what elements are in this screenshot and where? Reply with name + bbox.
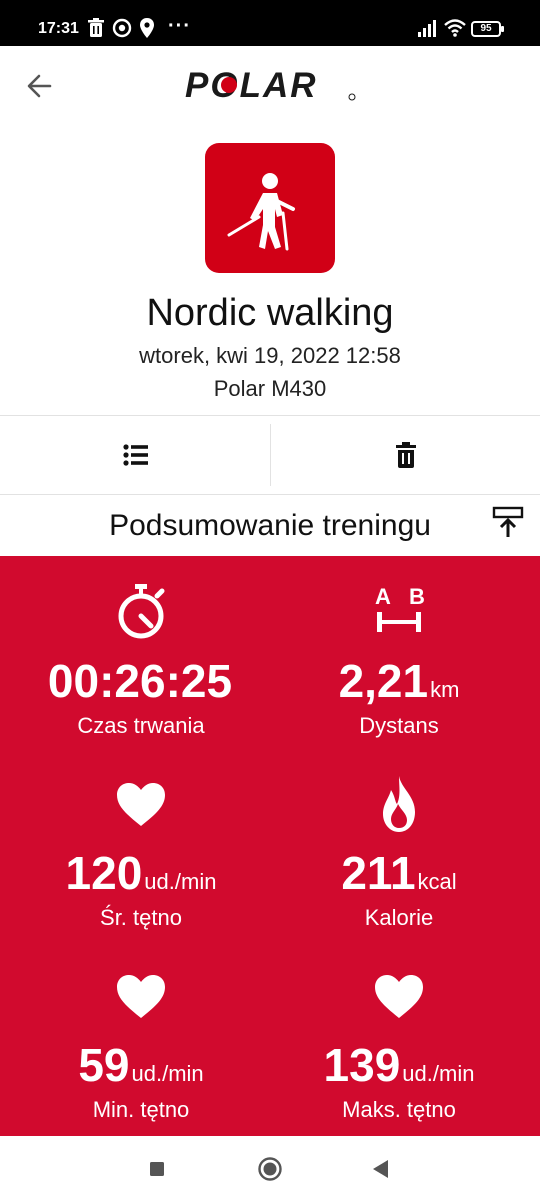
stat-duration: 00:26:25 Czas trwania — [6, 556, 276, 746]
training-summary-stats: 00:26:25 Czas trwania A B 2,21km Dystans… — [0, 556, 540, 1136]
action-row — [0, 415, 540, 495]
stat-avg-heart-rate: 120ud./min Śr. tętno — [6, 748, 276, 938]
trash-icon — [396, 442, 416, 468]
trash-icon — [88, 18, 104, 40]
stat-unit: km — [430, 677, 460, 702]
stat-calories: 211kcal Kalorie — [264, 748, 534, 938]
heart-icon — [264, 966, 534, 1026]
status-bar: 17:31 ··· 95 — [0, 0, 540, 46]
polar-logo-text: POLAR — [185, 68, 318, 102]
stat-max-heart-rate: 139ud./min Maks. tętno — [264, 940, 534, 1130]
location-icon — [139, 18, 155, 40]
wifi-icon — [444, 18, 466, 40]
list-button[interactable] — [0, 416, 270, 494]
stat-value: 2,21 — [338, 655, 429, 707]
signal-icon — [416, 18, 438, 40]
svg-text:B: B — [409, 584, 425, 609]
stat-unit: ud./min — [144, 869, 217, 894]
stat-min-heart-rate: 59ud./min Min. tętno — [6, 940, 276, 1130]
flame-icon — [264, 774, 534, 834]
stat-value: 120 — [65, 847, 143, 899]
square-icon — [150, 1162, 164, 1176]
home-button[interactable] — [255, 1154, 285, 1184]
more-notifications-indicator: ··· — [168, 15, 191, 37]
export-button[interactable] — [490, 504, 526, 540]
svg-text:A: A — [375, 584, 391, 609]
stat-value: 59 — [78, 1039, 130, 1091]
recents-button[interactable] — [142, 1154, 172, 1184]
back-button[interactable] — [20, 66, 60, 106]
stat-unit: ud./min — [402, 1061, 475, 1086]
stat-value: 00:26:25 — [47, 655, 233, 707]
nav-back-button[interactable] — [366, 1154, 396, 1184]
triangle-back-icon — [373, 1160, 388, 1178]
heart-icon — [6, 966, 276, 1026]
distance-icon: A B — [264, 582, 534, 642]
stat-label: Min. tętno — [92, 1097, 190, 1122]
status-time: 17:31 — [38, 20, 79, 37]
polar-logo: POLAR — [183, 66, 358, 105]
summary-title: Podsumowanie treningu — [109, 509, 431, 542]
battery-icon: 95 — [471, 21, 504, 37]
stat-label: Dystans — [359, 713, 439, 738]
delete-button[interactable] — [271, 416, 540, 494]
arrow-left-icon — [27, 74, 52, 98]
stat-unit: ud./min — [131, 1061, 204, 1086]
circle-icon — [258, 1157, 282, 1181]
stat-unit: kcal — [417, 869, 457, 894]
export-icon — [492, 506, 524, 537]
stat-value: 211 — [341, 847, 416, 899]
app-header: POLAR — [0, 46, 540, 128]
stat-value: 139 — [323, 1039, 401, 1091]
sport-name: Nordic walking — [146, 292, 394, 334]
list-icon — [123, 444, 148, 466]
system-nav-bar — [0, 1136, 540, 1200]
stat-label: Kalorie — [364, 905, 434, 930]
stat-label: Czas trwania — [77, 713, 205, 738]
session-date: wtorek, kwi 19, 2022 12:58 — [139, 343, 401, 368]
nordic-walking-icon — [205, 143, 335, 273]
chrome-icon — [112, 18, 132, 40]
stat-distance: A B 2,21km Dystans — [264, 556, 534, 746]
stat-label: Maks. tętno — [342, 1097, 456, 1122]
stopwatch-icon — [6, 582, 276, 642]
heart-icon — [6, 774, 276, 834]
stat-label: Śr. tętno — [100, 905, 182, 930]
device-name: Polar M430 — [213, 376, 327, 401]
battery-level: 95 — [480, 23, 492, 34]
